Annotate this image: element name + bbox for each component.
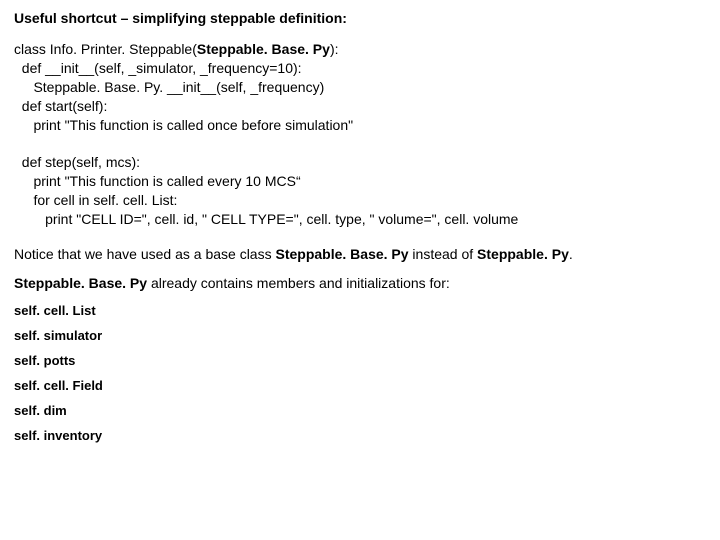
member-3: self. potts [14,353,706,368]
member-1: self. cell. List [14,303,706,318]
member-4: self. cell. Field [14,378,706,393]
code-line-7: print "This function is called every 10 … [14,173,301,189]
paragraph-1: Notice that we have used as a base class… [14,245,706,264]
code-line-5: print "This function is called once befo… [14,117,353,133]
code-line-4: def start(self): [14,98,107,114]
code-line-6: def step(self, mcs): [14,154,140,170]
member-5: self. dim [14,403,706,418]
code-line-1a: class Info. Printer. Steppable( [14,41,197,57]
para1-a: Notice that we have used as a base class [14,246,275,262]
member-2: self. simulator [14,328,706,343]
para1-c: instead of [409,246,478,262]
code-block: class Info. Printer. Steppable(Steppable… [14,40,706,229]
para1-d: Steppable. Py [477,246,569,262]
para1-b: Steppable. Base. Py [275,246,408,262]
code-line-1c: ): [330,41,339,57]
code-line-1b: Steppable. Base. Py [197,41,330,57]
paragraph-2: Steppable. Base. Py already contains mem… [14,274,706,293]
para2-b: already contains members and initializat… [147,275,450,291]
code-line-3: Steppable. Base. Py. __init__(self, _fre… [14,79,324,95]
slide-title: Useful shortcut – simplifying steppable … [14,10,706,26]
code-line-9: print "CELL ID=", cell. id, " CELL TYPE=… [14,211,518,227]
code-line-2: def __init__(self, _simulator, _frequenc… [14,60,302,76]
para1-e: . [569,246,573,262]
member-6: self. inventory [14,428,706,443]
code-line-8: for cell in self. cell. List: [14,192,177,208]
para2-a: Steppable. Base. Py [14,275,147,291]
